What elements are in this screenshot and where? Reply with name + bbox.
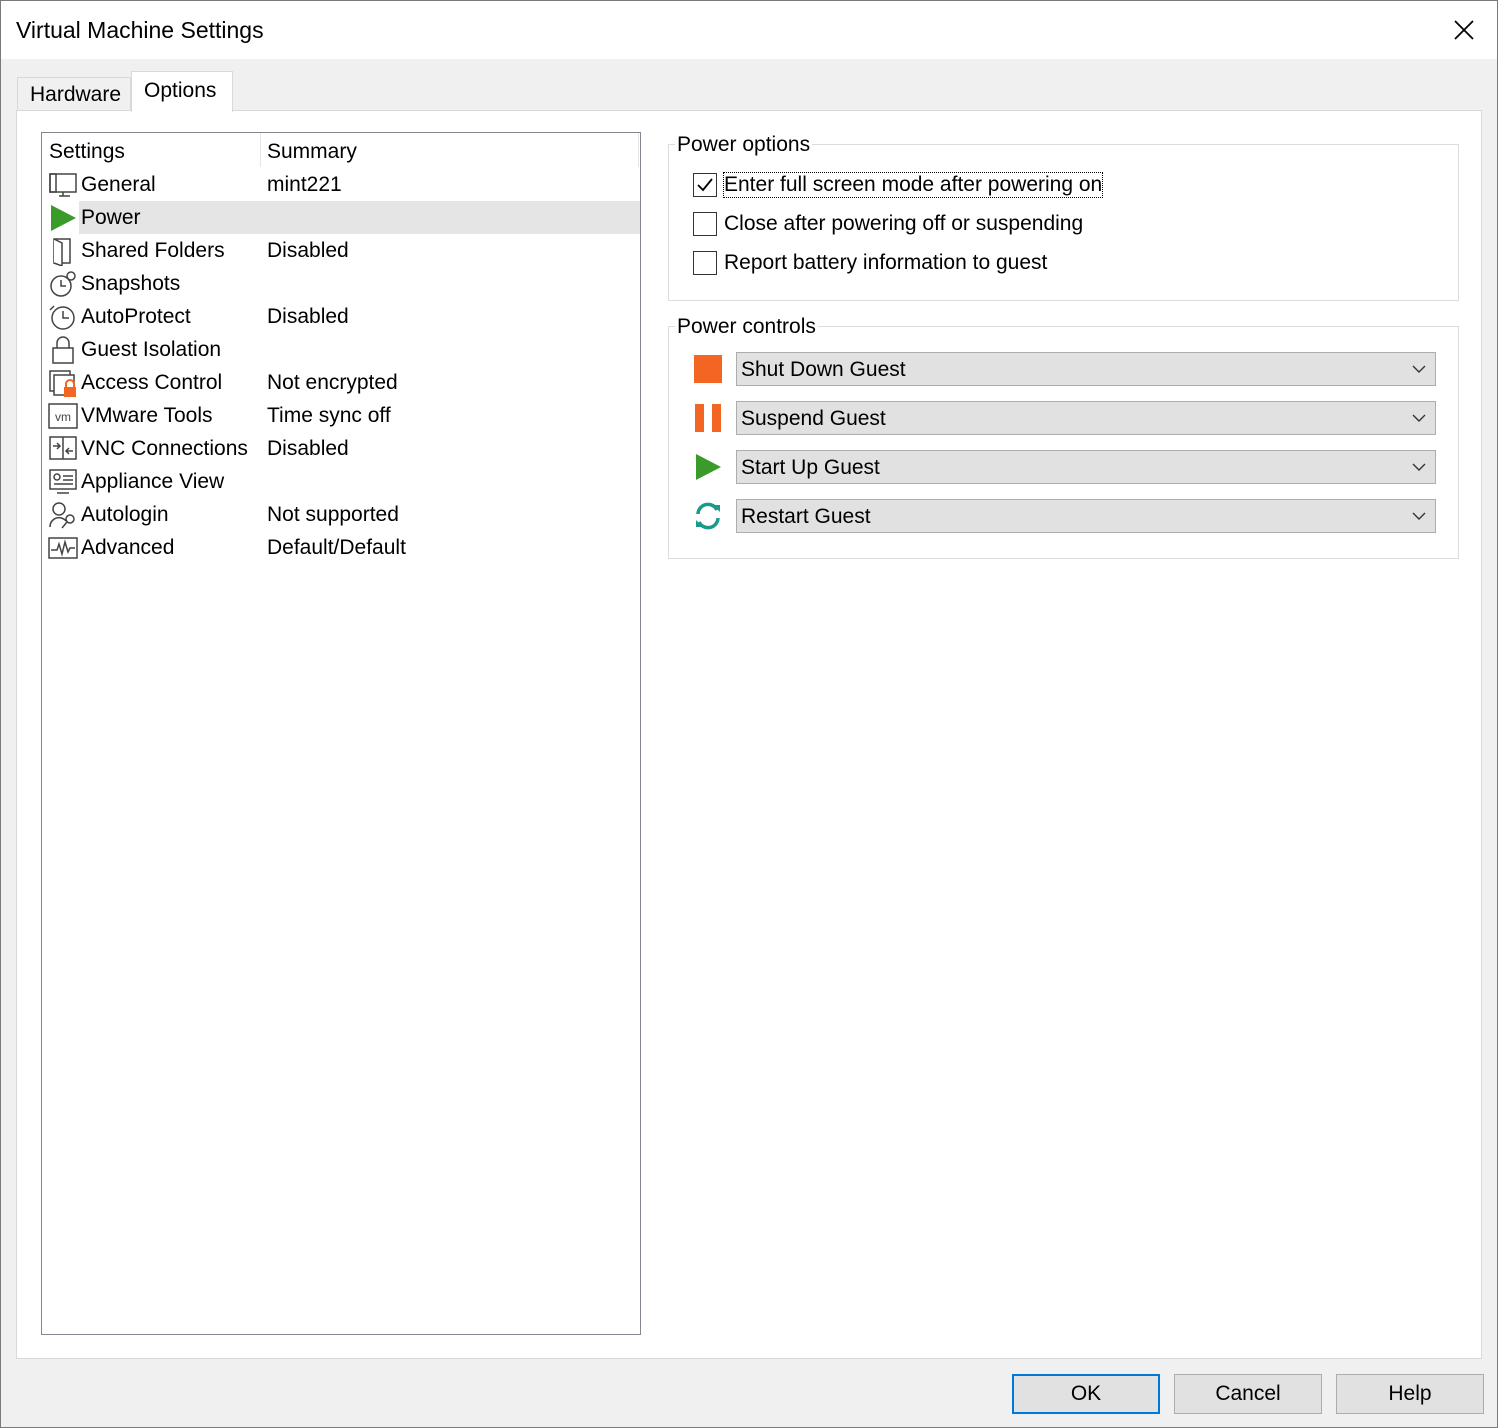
close-after-poweroff-checkbox-label[interactable]: Close after powering off or suspending (724, 212, 1083, 236)
list-item-summary: Default/Default (267, 536, 406, 559)
report-battery-checkbox-label[interactable]: Report battery information to guest (724, 251, 1047, 275)
shutdown-select[interactable]: Shut Down Guest (736, 352, 1436, 386)
list-item-summary: Time sync off (267, 404, 391, 427)
list-item-summary: mint221 (267, 173, 342, 196)
list-item-advanced[interactable]: Advanced Default/Default (42, 531, 640, 564)
shared-folder-icon (53, 238, 71, 266)
list-item-summary: Disabled (267, 305, 349, 328)
list-item-name: Advanced (81, 536, 175, 559)
chevron-down-icon (1412, 512, 1426, 520)
selection-highlight (79, 201, 640, 234)
cancel-button[interactable]: Cancel (1174, 1374, 1322, 1414)
close-button[interactable] (1431, 1, 1497, 59)
restart-select[interactable]: Restart Guest (736, 499, 1436, 533)
restart-select-value: Restart Guest (741, 505, 871, 528)
lock-icon (52, 336, 74, 364)
autologin-icon (49, 502, 75, 529)
list-item-summary: Disabled (267, 239, 349, 262)
list-item-summary: Not encrypted (267, 371, 398, 394)
list-item-name: Autologin (81, 503, 169, 526)
suspend-select[interactable]: Suspend Guest (736, 401, 1436, 435)
help-button[interactable]: Help (1336, 1374, 1484, 1414)
column-header-summary[interactable]: Summary (267, 140, 357, 164)
power-options-label: Power options (675, 133, 813, 157)
tab-hardware-label: Hardware (30, 83, 122, 106)
fullscreen-checkbox[interactable] (693, 173, 717, 197)
list-item-name: Shared Folders (81, 239, 225, 262)
close-after-poweroff-checkbox[interactable] (693, 212, 717, 236)
restart-control-row: Restart Guest (693, 499, 1436, 533)
report-battery-checkbox[interactable] (693, 251, 717, 275)
pause-icon (695, 404, 721, 432)
chevron-down-icon (1412, 414, 1426, 422)
list-item-name: AutoProtect (81, 305, 191, 328)
options-panel: Settings Summary General mint221 Power S… (16, 110, 1482, 1359)
list-item-vnc-connections[interactable]: VNC Connections Disabled (42, 432, 640, 465)
list-item-shared-folders[interactable]: Shared Folders Disabled (42, 234, 640, 267)
list-item-name: Appliance View (81, 470, 225, 493)
list-item-guest-isolation[interactable]: Guest Isolation (42, 333, 640, 366)
list-item-name: Snapshots (81, 272, 181, 295)
access-control-icon (49, 370, 76, 397)
monitor-icon (49, 173, 77, 197)
list-item-snapshots[interactable]: Snapshots (42, 267, 640, 300)
settings-list[interactable]: Settings Summary General mint221 Power S… (41, 132, 641, 1335)
shutdown-select-value: Shut Down Guest (741, 358, 906, 381)
power-options-group: Power options Enter full screen mode aft… (668, 133, 1459, 301)
advanced-icon (48, 537, 78, 559)
list-item-vmware-tools[interactable]: vm VMware Tools Time sync off (42, 399, 640, 432)
power-controls-label: Power controls (675, 315, 818, 339)
list-item-name: Guest Isolation (81, 338, 222, 361)
snapshot-icon (50, 271, 76, 297)
appliance-view-icon (49, 469, 77, 494)
clock-icon (49, 305, 75, 330)
checkmark-icon (697, 178, 713, 192)
list-item-appliance-view[interactable]: Appliance View (42, 465, 640, 498)
svg-text:vm: vm (55, 410, 71, 424)
window-title: Virtual Machine Settings (16, 17, 264, 43)
tab-options[interactable]: Options (131, 71, 233, 112)
play-icon (51, 205, 76, 231)
list-item-general[interactable]: General mint221 (42, 168, 640, 201)
column-divider (638, 133, 639, 167)
power-controls-group: Power controls Shut Down Guest Suspend G… (668, 315, 1459, 559)
column-divider (260, 133, 261, 167)
list-item-autologin[interactable]: Autologin Not supported (42, 498, 640, 531)
list-item-name: VNC Connections (81, 437, 248, 460)
stop-icon (694, 355, 722, 383)
list-item-name: Power (81, 206, 141, 229)
suspend-control-row: Suspend Guest (693, 401, 1436, 435)
play-icon (696, 454, 721, 480)
suspend-select-value: Suspend Guest (741, 407, 886, 430)
list-item-summary: Not supported (267, 503, 399, 526)
list-header: Settings Summary (42, 133, 640, 167)
settings-dialog: Virtual Machine Settings Hardware Option… (0, 0, 1498, 1428)
fullscreen-checkbox-label[interactable]: Enter full screen mode after powering on (722, 172, 1104, 198)
ok-button[interactable]: OK (1012, 1374, 1160, 1414)
close-icon (1454, 20, 1474, 40)
list-item-access-control[interactable]: Access Control Not encrypted (42, 366, 640, 399)
chevron-down-icon (1412, 463, 1426, 471)
startup-select[interactable]: Start Up Guest (736, 450, 1436, 484)
column-header-settings[interactable]: Settings (49, 140, 125, 164)
list-item-name: Access Control (81, 371, 223, 394)
tab-hardware[interactable]: Hardware (17, 77, 131, 111)
list-item-autoprotect[interactable]: AutoProtect Disabled (42, 300, 640, 333)
restart-icon (696, 502, 720, 530)
tab-options-label: Options (144, 79, 217, 102)
list-item-name: General (81, 173, 156, 196)
startup-control-row: Start Up Guest (693, 450, 1436, 484)
vnc-icon (49, 436, 77, 460)
shutdown-control-row: Shut Down Guest (693, 352, 1436, 386)
title-bar: Virtual Machine Settings (1, 1, 1497, 59)
chevron-down-icon (1412, 365, 1426, 373)
startup-select-value: Start Up Guest (741, 456, 880, 479)
vm-tools-icon: vm (48, 403, 78, 429)
list-item-name: VMware Tools (81, 404, 213, 427)
list-item-power[interactable]: Power (42, 201, 640, 234)
list-item-summary: Disabled (267, 437, 349, 460)
